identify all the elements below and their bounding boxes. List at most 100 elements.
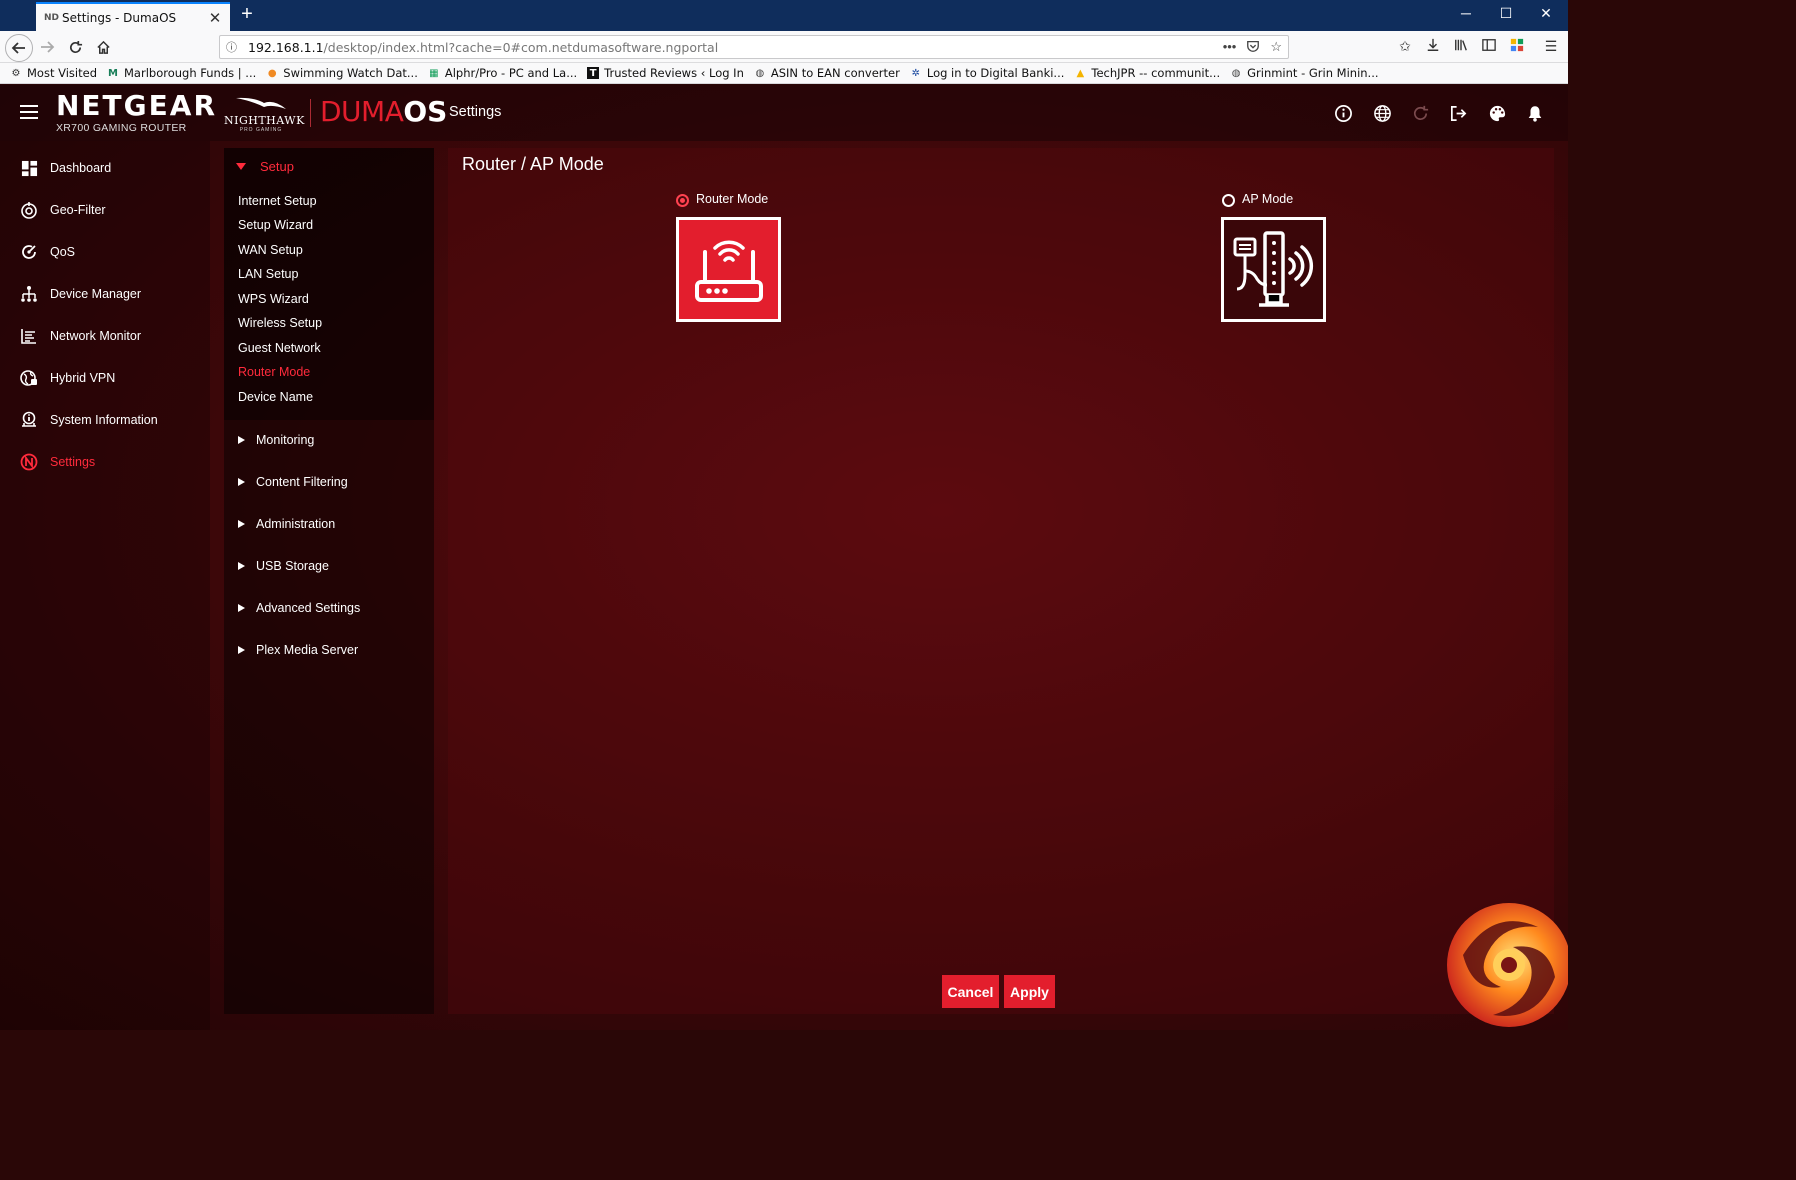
sidebar-item-settings[interactable]: Settings	[0, 441, 210, 483]
maximize-icon[interactable]: ☐	[1496, 5, 1516, 22]
bookmark-label: Most Visited	[27, 66, 97, 80]
logout-icon[interactable]	[1448, 103, 1468, 123]
bookmark-item[interactable]: ⚙ Most Visited	[10, 66, 97, 80]
setup-group-label: Setup	[260, 159, 294, 174]
bookmark-item[interactable]: ● Swimming Watch Dat...	[266, 66, 418, 80]
drive-icon: ▲	[1076, 67, 1085, 79]
ap-mode-tile[interactable]	[1221, 217, 1326, 322]
setup-group-header[interactable]: Setup	[236, 159, 294, 174]
app-menu-icon[interactable]: ☰	[1542, 38, 1560, 55]
bookmark-item[interactable]: ◍ ASIN to EAN converter	[754, 66, 900, 80]
sidebar-item-hybrid-vpn[interactable]: Hybrid VPN	[0, 357, 210, 399]
palette-icon[interactable]	[1487, 103, 1507, 123]
close-window-icon[interactable]: ✕	[1536, 5, 1556, 22]
tab-title: Settings - DumaOS	[62, 10, 177, 25]
router-mode-panel: Router / AP Mode Router Mode AP Mode Can…	[448, 148, 1554, 1014]
device-manager-icon	[19, 284, 39, 304]
access-point-icon	[1233, 230, 1313, 307]
page-title: Settings	[449, 104, 502, 120]
bookmark-item[interactable]: M Marlborough Funds | ...	[107, 66, 256, 80]
bookmark-item[interactable]: ◍ Grinmint - Grin Minin...	[1230, 66, 1379, 80]
bookmark-label: TechJPR -- communit...	[1091, 66, 1221, 80]
extension-icon[interactable]	[1508, 38, 1526, 55]
sidebar-item-label: Network Monitor	[50, 329, 141, 343]
browser-tab[interactable]: ND Settings - DumaOS ✕	[36, 2, 230, 31]
header-divider	[310, 99, 311, 127]
menu-group-plex-media-server[interactable]: Plex Media Server	[238, 643, 358, 657]
bookmark-item[interactable]: ✲ Log in to Digital Banki...	[910, 66, 1065, 80]
browser-navbar: ⓘ 192.168.1.1/desktop/index.html?cache=0…	[0, 31, 1568, 63]
menu-item-wan-setup[interactable]: WAN Setup	[238, 243, 303, 257]
bell-icon[interactable]	[1525, 103, 1545, 123]
router-mode-tile[interactable]	[676, 217, 781, 322]
globe-icon: ◍	[755, 67, 765, 79]
settings-menu: Setup Internet Setup Setup Wizard WAN Se…	[224, 148, 434, 1014]
site-info-icon[interactable]: ⓘ	[226, 39, 248, 55]
sidebar-icon[interactable]	[1480, 38, 1498, 55]
menu-item-device-name[interactable]: Device Name	[238, 390, 313, 404]
bookmark-item[interactable]: T Trusted Reviews ‹ Log In	[587, 66, 744, 80]
cancel-button[interactable]: Cancel	[942, 975, 999, 1008]
router-mode-radio[interactable]	[676, 194, 689, 207]
pocket-icon[interactable]	[1246, 39, 1260, 56]
menu-item-wireless-setup[interactable]: Wireless Setup	[238, 316, 322, 330]
ap-mode-radio[interactable]	[1222, 194, 1235, 207]
menu-group-label: Administration	[256, 517, 336, 531]
sidebar-item-qos[interactable]: QoS	[0, 231, 210, 273]
menu-item-wps-wizard[interactable]: WPS Wizard	[238, 292, 309, 306]
url-host: 192.168.1.1	[248, 39, 324, 55]
library-icon[interactable]	[1452, 38, 1470, 55]
router-mode-option[interactable]: Router Mode	[676, 191, 768, 207]
globe-icon[interactable]	[1372, 103, 1392, 123]
menu-group-advanced-settings[interactable]: Advanced Settings	[238, 601, 360, 615]
menu-group-label: Monitoring	[256, 433, 315, 447]
apply-button[interactable]: Apply	[1004, 975, 1055, 1008]
menu-group-usb-storage[interactable]: USB Storage	[238, 559, 329, 573]
new-tab-button[interactable]: +	[236, 3, 258, 26]
menu-item-guest-network[interactable]: Guest Network	[238, 341, 321, 355]
setup-group: Setup Internet Setup Setup Wizard WAN Se…	[224, 148, 434, 420]
nighthawk-logo: NIGHTHAWK PRO GAMING	[224, 95, 305, 133]
bookmarks-menu-icon[interactable]: ✩	[1396, 38, 1414, 55]
nighthawk-name: NIGHTHAWK	[224, 114, 305, 127]
hamburger-menu-icon[interactable]	[20, 105, 38, 119]
page-actions-icon[interactable]: •••	[1223, 39, 1237, 56]
bookmark-label: Grinmint - Grin Minin...	[1247, 66, 1379, 80]
sidebar-item-system-information[interactable]: System Information	[0, 399, 210, 441]
bookmark-item[interactable]: ▲ TechJPR -- communit...	[1074, 66, 1221, 80]
sidebar-item-geo-filter[interactable]: Geo-Filter	[0, 189, 210, 231]
router-icon	[694, 240, 763, 302]
sidebar-item-label: Dashboard	[50, 161, 112, 175]
ap-mode-option[interactable]: AP Mode	[1222, 191, 1293, 207]
sidebar-item-dashboard[interactable]: Dashboard	[0, 147, 210, 189]
reload-button[interactable]	[63, 35, 87, 59]
sidebar-item-device-manager[interactable]: Device Manager	[0, 273, 210, 315]
info-icon[interactable]	[1333, 103, 1353, 123]
menu-item-internet-setup[interactable]: Internet Setup	[238, 194, 317, 208]
menu-item-setup-wizard[interactable]: Setup Wizard	[238, 218, 313, 232]
menu-group-content-filtering[interactable]: Content Filtering	[238, 475, 348, 489]
back-button[interactable]	[5, 34, 33, 62]
menu-group-administration[interactable]: Administration	[238, 517, 335, 531]
url-actions: ••• ☆	[1223, 39, 1282, 56]
forward-button[interactable]	[35, 35, 59, 59]
downloads-icon[interactable]	[1424, 38, 1442, 55]
sidebar-item-label: QoS	[50, 245, 76, 259]
menu-item-lan-setup[interactable]: LAN Setup	[238, 267, 298, 281]
menu-item-router-mode[interactable]: Router Mode	[238, 365, 310, 379]
refresh-icon[interactable]	[1410, 103, 1430, 123]
sidebar-item-network-monitor[interactable]: Network Monitor	[0, 315, 210, 357]
caret-right-icon	[238, 646, 245, 654]
tab-close-icon[interactable]: ✕	[208, 9, 222, 27]
address-bar[interactable]: ⓘ 192.168.1.1/desktop/index.html?cache=0…	[219, 35, 1289, 59]
caret-right-icon	[238, 436, 245, 444]
menu-group-monitoring[interactable]: Monitoring	[238, 433, 314, 447]
menu-group-label: USB Storage	[256, 559, 329, 573]
sidebar-item-label: Hybrid VPN	[50, 371, 116, 385]
t-logo-icon: T	[587, 67, 600, 79]
bookmark-star-icon[interactable]: ☆	[1270, 39, 1282, 56]
bookmark-item[interactable]: ▦ Alphr/Pro - PC and La...	[428, 66, 577, 80]
url-path: /desktop/index.html?cache=0#com.netdumas…	[323, 39, 719, 55]
minimize-icon[interactable]: ─	[1456, 5, 1476, 21]
home-button[interactable]	[91, 35, 115, 59]
